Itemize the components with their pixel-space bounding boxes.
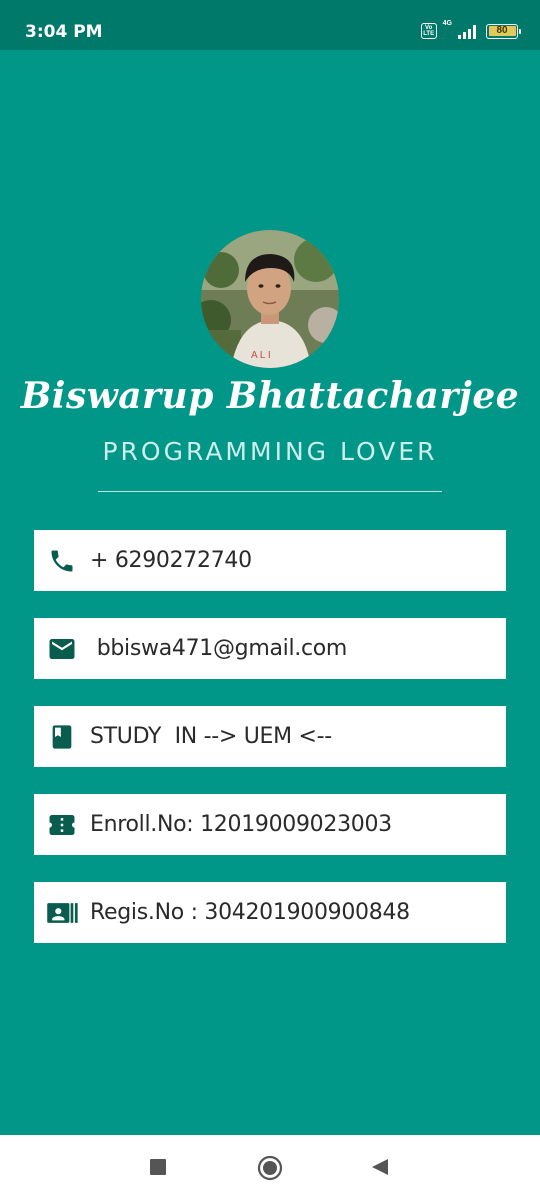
navigation-bar <box>0 1135 540 1200</box>
registration-card[interactable]: Regis.No : 304201900900848 <box>34 882 506 943</box>
phone-card[interactable]: + 6290272740 <box>34 530 506 591</box>
svg-text:A L I: A L I <box>251 350 271 361</box>
status-icons: Vo LTE 4G 80 <box>420 20 521 40</box>
avatar-photo: A L I <box>201 230 339 368</box>
status-bar: 3:04 PM Vo LTE 4G 80 <box>0 0 540 50</box>
network-type-label: 4G <box>442 20 452 27</box>
recents-button[interactable] <box>147 1156 169 1178</box>
profile-tagline: PROGRAMMING LOVER <box>102 437 438 466</box>
profile-name: Biswarup Bhattacharjee <box>20 375 520 417</box>
phone-icon <box>34 547 90 575</box>
profile-screen: A L I Biswarup Bhattacharjee PROGRAMMING… <box>0 50 540 1135</box>
enrollment-number: Enroll.No: 12019009023003 <box>90 812 392 837</box>
study-info: STUDY IN --> UEM <-- <box>90 724 332 749</box>
book-icon <box>34 723 90 751</box>
triangle-back-icon <box>372 1159 388 1175</box>
signal-icon <box>458 25 476 39</box>
divider <box>98 491 442 492</box>
square-icon <box>150 1159 166 1175</box>
email-card[interactable]: bbiswa471@gmail.com <box>34 618 506 679</box>
battery-level: 80 <box>488 26 516 36</box>
battery-icon: 80 <box>486 23 521 39</box>
home-button[interactable] <box>256 1155 284 1181</box>
email-icon <box>34 634 90 664</box>
ticket-icon <box>34 810 90 840</box>
study-card[interactable]: STUDY IN --> UEM <-- <box>34 706 506 767</box>
volte-icon: Vo LTE <box>420 23 437 39</box>
enroll-card[interactable]: Enroll.No: 12019009023003 <box>34 794 506 855</box>
status-time: 3:04 PM <box>25 22 103 42</box>
registration-number: Regis.No : 304201900900848 <box>90 900 410 925</box>
back-button[interactable] <box>369 1156 391 1178</box>
phone-number: + 6290272740 <box>90 548 252 573</box>
avatar: A L I <box>201 230 339 368</box>
id-card-icon <box>34 898 90 928</box>
circle-icon <box>257 1155 283 1181</box>
email-address: bbiswa471@gmail.com <box>90 636 348 661</box>
